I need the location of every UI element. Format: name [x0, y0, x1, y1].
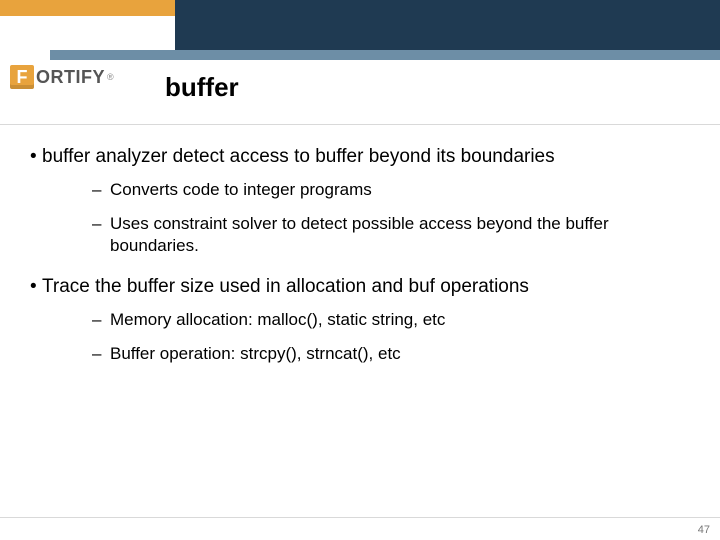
bullet-2-sub-1: – Memory allocation: malloc(), static st…	[92, 309, 690, 331]
bullet-icon: •	[30, 145, 42, 169]
brand-logo-initial: F	[17, 68, 28, 86]
bullet-2-text: Trace the buffer size used in allocation…	[42, 275, 690, 299]
bullet-1-sub-2-text: Uses constraint solver to detect possibl…	[110, 213, 690, 257]
header-accent-orange	[0, 0, 175, 16]
page-number: 47	[698, 524, 710, 536]
dash-icon: –	[92, 179, 110, 201]
header-accent-steel	[50, 50, 720, 60]
bullet-1-sub-1-text: Converts code to integer programs	[110, 179, 690, 201]
bullet-2: • Trace the buffer size used in allocati…	[30, 275, 690, 299]
brand-logo-registered: ®	[107, 72, 114, 82]
slide: F ORTIFY ® buffer • buffer analyzer dete…	[0, 0, 720, 540]
brand-logo-mark: F	[10, 65, 34, 89]
bullet-1-sub-2: – Uses constraint solver to detect possi…	[92, 213, 690, 257]
slide-body: • buffer analyzer detect access to buffe…	[30, 145, 690, 383]
bullet-1-text: buffer analyzer detect access to buffer …	[42, 145, 690, 169]
dash-icon: –	[92, 213, 110, 235]
header-accent-navy	[175, 0, 720, 50]
bullet-icon: •	[30, 275, 42, 299]
bullet-1-sub-1: – Converts code to integer programs	[92, 179, 690, 201]
footer-divider	[0, 517, 720, 518]
bullet-1: • buffer analyzer detect access to buffe…	[30, 145, 690, 169]
bullet-2-sub-1-text: Memory allocation: malloc(), static stri…	[110, 309, 690, 331]
bullet-2-sub-2: – Buffer operation: strcpy(), strncat(),…	[92, 343, 690, 365]
title-divider	[0, 124, 720, 125]
slide-title: buffer	[165, 72, 239, 103]
bullet-2-sub-2-text: Buffer operation: strcpy(), strncat(), e…	[110, 343, 690, 365]
brand-logo-text: ORTIFY	[36, 67, 105, 88]
bullet-1-sublist: – Converts code to integer programs – Us…	[92, 179, 690, 257]
brand-logo: F ORTIFY ®	[10, 60, 150, 94]
dash-icon: –	[92, 343, 110, 365]
dash-icon: –	[92, 309, 110, 331]
bullet-2-sublist: – Memory allocation: malloc(), static st…	[92, 309, 690, 365]
